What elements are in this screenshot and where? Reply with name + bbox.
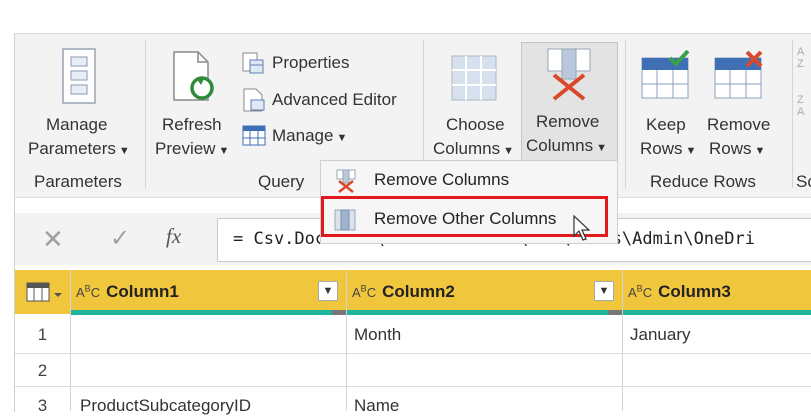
group-label-parameters: Parameters	[34, 172, 122, 191]
text-type-icon[interactable]: ABC	[76, 284, 100, 300]
chevron-down-icon: ▼	[754, 145, 766, 157]
column-quality-bar	[347, 310, 622, 315]
column-quality-empty	[332, 310, 346, 315]
row-divider	[15, 353, 811, 354]
remove-columns-icon	[547, 48, 591, 101]
refresh-preview-label2: Preview ▼	[155, 139, 230, 158]
advanced-editor-icon	[243, 88, 265, 112]
row-number: 3	[37, 396, 48, 415]
cancel-formula-icon[interactable]: ✕	[42, 224, 64, 255]
row-divider	[15, 386, 811, 387]
column-header-3[interactable]: ABC Column3	[628, 282, 731, 302]
keep-rows-button[interactable]: Keep Rows ▼	[636, 44, 702, 162]
chevron-down-icon: ▼	[685, 145, 697, 157]
chevron-down-icon: ▼	[118, 145, 130, 157]
column-quality-empty	[608, 310, 622, 315]
column-header-1[interactable]: ABC Column1	[76, 282, 179, 302]
remove-rows-icon	[714, 50, 763, 99]
refresh-preview-button[interactable]: Refresh Preview ▼	[152, 44, 236, 162]
group-divider	[625, 40, 626, 188]
column-quality-bar	[623, 310, 811, 315]
text-type-icon[interactable]: ABC	[628, 284, 652, 300]
column-quality-bar	[71, 310, 346, 315]
table-icon	[26, 282, 62, 302]
choose-columns-icon	[451, 55, 497, 101]
text-type-icon[interactable]: ABC	[352, 284, 376, 300]
chevron-down-icon: ▼	[336, 132, 348, 144]
choose-columns-button[interactable]: Choose Columns ▼	[430, 44, 520, 162]
group-divider	[792, 40, 793, 188]
column-divider	[70, 270, 71, 411]
remove-rows-label1: Remove	[707, 115, 771, 134]
chevron-down-icon: ▼	[218, 145, 230, 157]
filter-dropdown-icon[interactable]: ▼	[594, 281, 614, 301]
table-menu-button[interactable]	[26, 281, 64, 303]
table-cell[interactable]: Month	[354, 325, 401, 345]
properties-button[interactable]: Properties	[242, 50, 382, 76]
table-icon	[242, 125, 266, 146]
keep-rows-label2: Rows ▼	[640, 139, 697, 158]
remove-columns-icon	[336, 169, 356, 193]
confirm-formula-icon[interactable]: ✓	[110, 224, 130, 253]
properties-icon	[242, 52, 264, 74]
choose-columns-label1: Choose	[446, 115, 505, 134]
chevron-down-icon: ▼	[596, 142, 607, 154]
manage-button[interactable]: Manage ▼	[242, 123, 372, 149]
column-header-2[interactable]: ABC Column2	[352, 282, 455, 302]
group-divider	[145, 40, 146, 188]
column-divider	[622, 270, 623, 411]
row-number: 1	[37, 325, 48, 344]
filter-dropdown-icon[interactable]: ▼	[318, 281, 338, 301]
sort-icon[interactable]: AZZA	[797, 46, 811, 126]
keep-rows-icon	[641, 50, 690, 99]
advanced-editor-label: Advanced Editor	[272, 90, 397, 109]
row-number: 2	[37, 361, 48, 380]
menu-item-label: Remove Columns	[374, 170, 510, 189]
table-cell[interactable]: ProductSubcategoryID	[80, 396, 251, 416]
table-cell[interactable]: Name	[354, 396, 399, 416]
group-label-partial: Sc	[796, 172, 811, 191]
mouse-cursor-icon	[573, 214, 591, 241]
refresh-preview-label1: Refresh	[162, 115, 222, 134]
manage-label: Manage ▼	[272, 126, 348, 145]
fx-icon[interactable]: fx	[166, 224, 181, 249]
menu-item-remove-columns[interactable]: Remove Columns	[321, 161, 617, 199]
manage-parameters-button[interactable]: Manage Parameters ▼	[24, 44, 136, 162]
advanced-editor-button[interactable]: Advanced Editor	[242, 87, 412, 113]
remove-columns-label1: Remove	[536, 112, 600, 131]
refresh-icon	[173, 51, 214, 101]
remove-columns-button[interactable]: Remove Columns ▼	[521, 42, 618, 162]
keep-rows-label1: Keep	[646, 115, 686, 134]
manage-parameters-label2: Parameters ▼	[28, 139, 130, 158]
manage-parameters-label1: Manage	[46, 115, 108, 134]
chevron-down-icon: ▼	[503, 145, 514, 157]
column-divider	[346, 270, 347, 411]
remove-rows-label2: Rows ▼	[709, 139, 766, 158]
group-label-reduce-rows: Reduce Rows	[650, 172, 756, 191]
group-label-query: Query	[258, 172, 305, 191]
remove-columns-label2: Columns ▼	[526, 136, 607, 155]
highlight-annotation	[321, 196, 608, 237]
parameters-icon	[62, 48, 96, 104]
properties-label: Properties	[272, 53, 350, 72]
remove-rows-button[interactable]: Remove Rows ▼	[705, 44, 779, 162]
table-cell[interactable]: January	[630, 325, 690, 345]
